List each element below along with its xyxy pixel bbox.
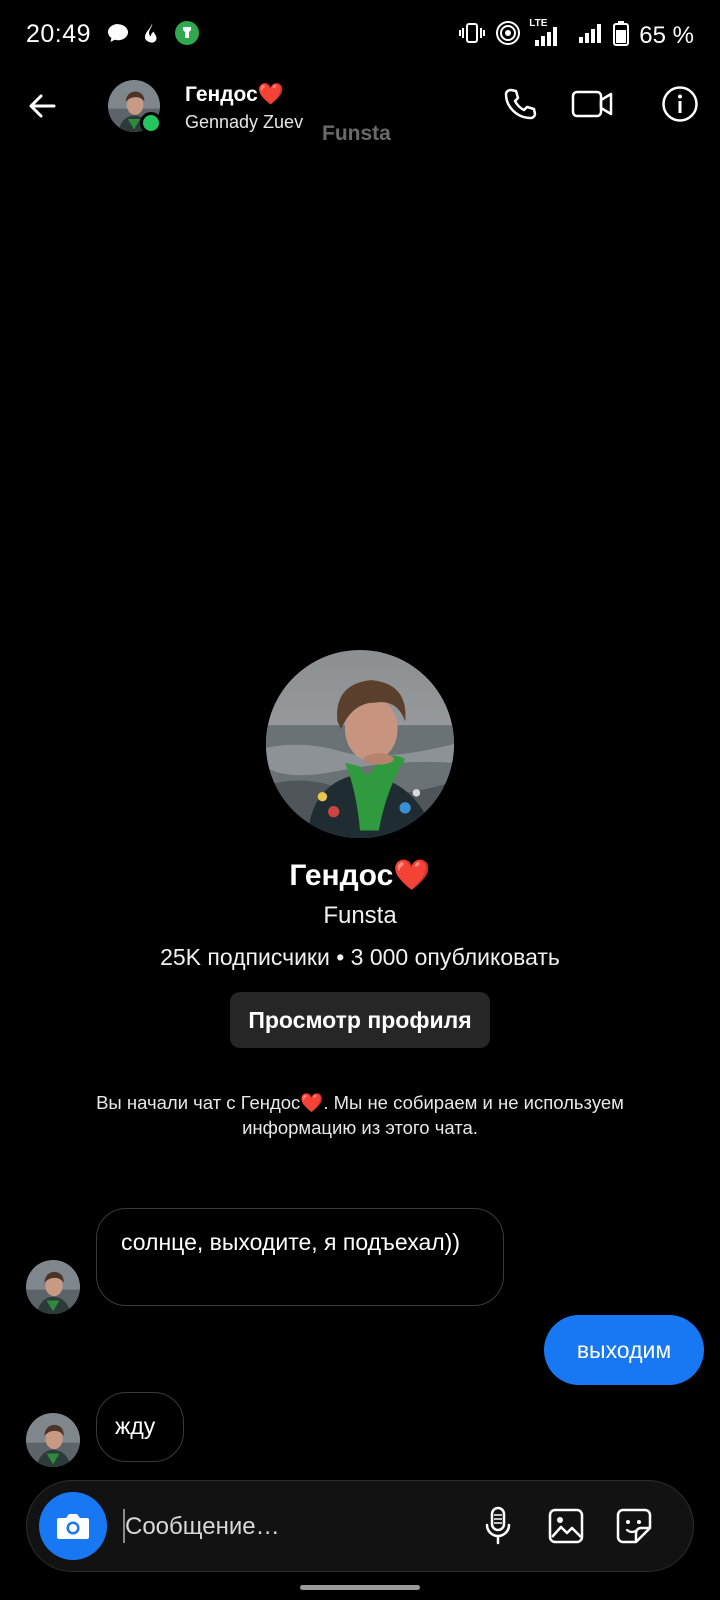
status-bar: 20:49 LTE 65 % xyxy=(0,0,720,70)
audio-call-button[interactable] xyxy=(496,80,544,128)
sticker-button[interactable] xyxy=(611,1503,657,1549)
phone-icon xyxy=(504,88,537,120)
chat-header: Гендос❤️ Gennady Zuev Funsta xyxy=(0,70,720,170)
back-arrow-icon xyxy=(29,94,56,118)
gallery-button[interactable] xyxy=(543,1503,589,1549)
info-icon xyxy=(662,86,698,122)
microphone-icon xyxy=(485,1506,511,1545)
vibrate-icon xyxy=(459,21,486,50)
message-avatar[interactable] xyxy=(26,1413,80,1467)
profile-name: Гендос❤️ xyxy=(289,859,431,892)
profile-avatar[interactable] xyxy=(266,650,454,838)
voice-message-button[interactable] xyxy=(475,1503,521,1549)
message-text: выходим xyxy=(576,1336,672,1363)
header-faded-label: Funsta xyxy=(322,122,391,145)
flame-icon xyxy=(140,20,164,51)
app-badge-icon xyxy=(174,20,200,51)
battery-percent: 65 % xyxy=(639,21,694,49)
status-time: 20:49 xyxy=(26,20,92,48)
camera-icon xyxy=(57,1514,89,1539)
battery-icon xyxy=(613,20,630,51)
signal-icon: LTE xyxy=(529,18,567,48)
message-bubble-incoming[interactable]: жду xyxy=(96,1392,184,1462)
message-avatar[interactable] xyxy=(26,1260,80,1314)
video-call-button[interactable] xyxy=(568,80,616,128)
view-profile-button[interactable]: Просмотр профиля xyxy=(230,992,490,1048)
message-composer xyxy=(26,1480,694,1572)
message-text: солнце, выходите, я подъехал)) xyxy=(121,1229,460,1255)
profile-stats: 25K подписчики • 3 000 опубликовать xyxy=(160,944,560,970)
back-button[interactable] xyxy=(22,86,62,126)
image-icon xyxy=(548,1508,584,1544)
chat-privacy-notice: Вы начали чат с Гендос❤️. Мы не собираем… xyxy=(96,1092,624,1138)
online-status-dot xyxy=(140,112,162,134)
video-camera-icon xyxy=(571,90,613,118)
hotspot-icon xyxy=(495,20,521,51)
message-bubble-outgoing[interactable]: выходим xyxy=(544,1315,704,1385)
message-text: жду xyxy=(115,1413,156,1439)
info-button[interactable] xyxy=(656,80,704,128)
camera-button[interactable] xyxy=(39,1492,107,1560)
profile-subtitle: Funsta xyxy=(323,902,397,929)
home-indicator[interactable] xyxy=(300,1585,420,1590)
header-display-name[interactable]: Гендос❤️ xyxy=(185,83,284,107)
sticker-icon xyxy=(616,1508,652,1544)
signal-icon xyxy=(577,21,603,50)
message-input[interactable] xyxy=(125,1507,455,1547)
message-bubble-incoming[interactable]: солнце, выходите, я подъехал)) xyxy=(96,1208,504,1306)
network-label: LTE xyxy=(529,17,548,29)
chat-bubble-icon xyxy=(106,21,130,50)
header-username[interactable]: Gennady Zuev xyxy=(185,112,303,133)
